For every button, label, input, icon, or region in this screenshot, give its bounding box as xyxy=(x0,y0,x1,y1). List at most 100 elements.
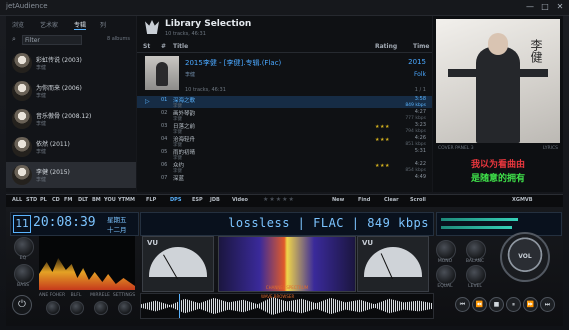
maximize-button[interactable]: □ xyxy=(540,2,550,12)
equal-knob[interactable] xyxy=(436,265,456,285)
track-row[interactable]: 07 深蓝 4:49 xyxy=(137,174,432,186)
toolbar-button-dlt[interactable]: DLT xyxy=(78,197,88,203)
lyrics-line-1: 我以为看曲由 xyxy=(470,160,525,170)
track-row[interactable]: 02 画外琴韵 李健 4:27 777 kbps xyxy=(137,109,432,122)
track-bitrate: 777 kbps xyxy=(405,115,426,121)
play-indicator-icon: ▷ xyxy=(145,98,150,105)
power-button[interactable]: ⏻ xyxy=(12,295,32,315)
vu-face-left xyxy=(149,247,207,277)
mono-knob[interactable] xyxy=(436,240,456,260)
tab-artists[interactable]: 艺术家 xyxy=(40,20,58,29)
track-rating[interactable]: ★★★ xyxy=(375,163,390,169)
toolbar-button-flp[interactable]: FLP xyxy=(146,197,156,203)
close-button[interactable]: ✕ xyxy=(555,2,565,12)
column-status[interactable]: St xyxy=(143,43,150,50)
volume-knob[interactable]: VOL xyxy=(500,232,550,282)
pause-button[interactable]: ⏸ xyxy=(506,297,521,312)
format-info-display: lossless | FLAC | 849 kbps xyxy=(140,212,434,236)
lyrics-label[interactable]: LYRICS xyxy=(543,146,558,151)
minimize-button[interactable]: — xyxy=(525,2,535,12)
toolbar-button-bm[interactable]: BM xyxy=(92,197,101,203)
lyrics-line-2: 是随意的拥有 xyxy=(470,174,525,184)
equal-knob-label: EQUAL xyxy=(437,284,453,289)
track-rating[interactable]: ★★★ xyxy=(375,137,390,143)
album-title[interactable]: 2015李健 - [李健].专辑.(Flac) xyxy=(185,58,281,68)
bass-knob[interactable] xyxy=(14,264,34,284)
header-divider xyxy=(137,52,432,53)
toolbar-button-video[interactable]: Video xyxy=(232,197,248,203)
album-item[interactable]: 依然 (2011) 李健 xyxy=(6,134,136,160)
vu-label-right: VU xyxy=(362,239,374,247)
track-bitrate: 854 kbps xyxy=(405,167,426,173)
track-row[interactable]: 05 雨的初晴 李健 5:31 xyxy=(137,148,432,161)
track-bitrate: 851 kbps xyxy=(405,141,426,147)
level-bar-right xyxy=(441,226,512,229)
cover-panel-label[interactable]: COVER PANEL 3 xyxy=(438,146,474,151)
vu-meter-right: VU xyxy=(357,236,429,292)
album-item[interactable]: 李健 (2015) 李健 xyxy=(6,162,136,188)
track-row[interactable]: 06 众约 李健 ★★★ 4:22 854 kbps xyxy=(137,161,432,174)
album-artist: 李健 xyxy=(185,72,196,78)
toolbar-button-cd[interactable]: CD xyxy=(52,197,60,203)
track-row[interactable]: 04 沧海轻舟 李健 ★★★ 4:26 851 kbps xyxy=(137,135,432,148)
column-rating[interactable]: Rating xyxy=(375,43,397,50)
column-title[interactable]: Title xyxy=(173,43,188,50)
eq-knob[interactable] xyxy=(14,237,34,257)
track-artist: 李健 xyxy=(173,129,182,135)
balance-knob[interactable] xyxy=(466,240,486,260)
mirrele-knob[interactable] xyxy=(94,301,108,315)
rewind-button[interactable]: ⏪ xyxy=(472,297,487,312)
toolbar-button-find[interactable]: Find xyxy=(358,197,370,203)
toolbar-button-std[interactable]: STD xyxy=(26,197,37,203)
spectrum-bars xyxy=(39,258,135,290)
library-panel: Library Selection 10 tracks, 46:31 St # … xyxy=(137,16,432,192)
toolbar-button-ytmm[interactable]: YTMM xyxy=(118,197,135,203)
toolbar-button-you[interactable]: YOU xyxy=(104,197,116,203)
album-artist-name: 李健 xyxy=(36,93,47,99)
album-item[interactable]: 为你而来 (2006) 李健 xyxy=(6,78,136,104)
cover-head xyxy=(488,33,508,55)
toolbar-button-jdb[interactable]: JDB xyxy=(210,197,220,203)
toolbar-button-fm[interactable]: FM xyxy=(64,197,72,203)
toolbar-button-clear[interactable]: Clear xyxy=(384,197,399,203)
toolbar-button-xgmvb[interactable]: XGMVB xyxy=(512,197,533,203)
album-name: 李健 (2015) xyxy=(36,169,70,176)
track-artist: 李健 xyxy=(173,168,182,174)
tab-browse[interactable]: 浏览 xyxy=(12,20,24,29)
track-row[interactable]: ▷ 01 深海之歌 李健 3:58 849 kbps xyxy=(137,96,432,109)
toolbar-button-esp[interactable]: ESP xyxy=(192,197,203,203)
album-item[interactable]: 彩虹传说 (2003) 李健 xyxy=(6,50,136,76)
toolbar-button-all[interactable]: ALL xyxy=(12,197,22,203)
toolbar-button-dps[interactable]: DPS xyxy=(170,197,181,203)
previous-button[interactable]: ⏮ xyxy=(455,297,470,312)
album-count: 8 albums xyxy=(106,36,130,42)
level-knob[interactable] xyxy=(466,265,486,285)
column-time[interactable]: Time xyxy=(413,43,429,50)
column-number[interactable]: # xyxy=(161,43,166,50)
format-info-text: lossless | FLAC | 849 kbps xyxy=(228,216,429,230)
toolbar-button-pl[interactable]: PL xyxy=(40,197,47,203)
stop-button[interactable]: ■ xyxy=(489,297,504,312)
playhead[interactable] xyxy=(179,294,180,318)
tab-list[interactable]: 列 xyxy=(100,20,106,29)
album-filter: ⌕ Filter 8 albums xyxy=(10,34,132,46)
toolbar-button-new[interactable]: New xyxy=(332,197,344,203)
settings-knob[interactable] xyxy=(118,301,132,315)
forward-button[interactable]: ⏩ xyxy=(523,297,538,312)
blfl-knob[interactable] xyxy=(70,301,84,315)
tab-albums[interactable]: 专辑 xyxy=(74,20,87,30)
album-avatar xyxy=(12,165,32,185)
track-row[interactable]: 03 日落之前 李健 ★★★ 3:23 794 kbps xyxy=(137,122,432,135)
filter-input[interactable]: Filter xyxy=(22,35,82,45)
toolbar-button-scroll[interactable]: Scroll xyxy=(410,197,426,203)
track-number-display: 11 xyxy=(13,215,31,233)
album-artist-name: 李健 xyxy=(36,65,47,71)
cover-calligraphy: 李健 xyxy=(529,39,543,63)
album-item[interactable]: 音乐傲骨 (2008.12) 李健 xyxy=(6,106,136,132)
waveform-seekbar[interactable]: WAVE BROWSER xyxy=(140,293,434,319)
afterfade-knob[interactable] xyxy=(46,301,60,315)
next-button[interactable]: ⏭ xyxy=(540,297,555,312)
rating-stars[interactable]: ★★★★★ xyxy=(263,196,295,203)
library-subtitle: 10 tracks, 46:31 xyxy=(165,31,206,37)
track-rating[interactable]: ★★★ xyxy=(375,124,390,130)
